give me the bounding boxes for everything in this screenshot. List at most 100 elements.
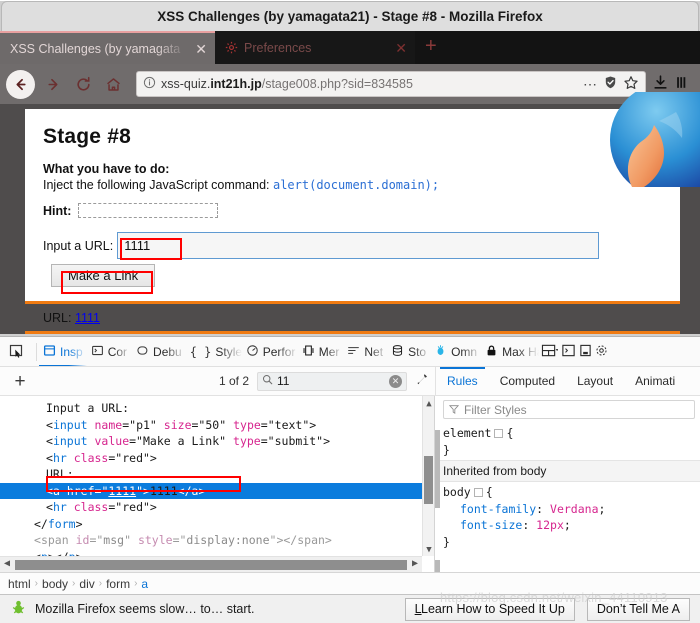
learn-how-to-speed-it-up-button[interactable]: L Learn How to Speed It Up: [404, 597, 575, 621]
styles-tab-animations[interactable]: Animati: [624, 367, 686, 396]
markup-line[interactable]: <input value="Make a Link" type="submit"…: [0, 433, 434, 450]
scroll-right-icon[interactable]: ▶: [408, 556, 422, 572]
breadcrumb-item-a[interactable]: a: [141, 577, 148, 591]
rules-scrollbar-secondary[interactable]: [435, 560, 440, 572]
devtools-panel: Insp Cor Debu { } Style Perfor Mer Net S…: [0, 336, 700, 594]
devtools-tab-storage[interactable]: Sto: [387, 337, 430, 366]
rule-declaration[interactable]: font-size: 12px;: [443, 517, 692, 534]
markup-attr-name: type: [233, 434, 261, 448]
markup-attr-name: id: [75, 533, 90, 547]
markup-line[interactable]: <span id="msg" style="display:none"></sp…: [0, 532, 434, 549]
settings-icon[interactable]: [595, 343, 608, 361]
markup-attr-name: size: [163, 417, 192, 432]
markup-line-selected[interactable]: <a href="1111">1111</a>: [0, 482, 434, 499]
box-model-icon: [473, 488, 483, 497]
scroll-down-icon[interactable]: ▼: [423, 542, 434, 556]
devtools-tab-label: Omn: [451, 344, 478, 359]
markup-attr-value[interactable]: 1111: [108, 484, 136, 498]
dock-bottom-icon[interactable]: [579, 343, 592, 361]
todo-heading: What you have to do:: [43, 162, 170, 176]
markup-line[interactable]: URL:: [0, 466, 434, 483]
page-info-icon[interactable]: [143, 76, 156, 92]
breadcrumb-item-html[interactable]: html: [8, 577, 31, 591]
markup-horizontal-scrollbar[interactable]: ◀ ▶: [0, 556, 422, 572]
breadcrumb-item-div[interactable]: div: [79, 577, 94, 591]
browser-tab-xss-challenges[interactable]: XSS Challenges (by yamagata ✕: [0, 31, 215, 64]
markup-attr-name: name: [94, 417, 123, 432]
home-icon[interactable]: [98, 69, 128, 99]
window-titlebar: XSS Challenges (by yamagata21) - Stage #…: [1, 1, 699, 31]
close-icon[interactable]: ✕: [395, 41, 407, 55]
library-icon[interactable]: [675, 74, 692, 94]
rule-brace-close: }: [443, 534, 450, 549]
add-new-node-button[interactable]: +: [0, 372, 40, 391]
clear-search-icon[interactable]: ✕: [389, 374, 402, 388]
download-icon[interactable]: [652, 74, 669, 94]
reload-icon[interactable]: [68, 69, 98, 99]
scrollbar-thumb[interactable]: [15, 559, 407, 570]
firefox-slow-icon: [10, 599, 27, 619]
close-icon[interactable]: ✕: [195, 42, 207, 56]
layout-toggle-icon[interactable]: [541, 343, 559, 361]
scroll-left-icon[interactable]: ◀: [0, 556, 14, 572]
markup-line[interactable]: Input a URL:: [0, 400, 434, 417]
breadcrumb-item-body[interactable]: body: [42, 577, 68, 591]
devtools-tab-inspector[interactable]: Insp: [39, 337, 87, 366]
todo-instruction: Inject the following JavaScript command:: [43, 178, 273, 192]
url-input[interactable]: [117, 232, 600, 259]
styles-tab-rules[interactable]: Rules: [436, 366, 489, 396]
breadcrumb: html › body › div › form › a: [0, 572, 700, 594]
dock-side-icon[interactable]: [561, 343, 576, 361]
search-input-value: 11: [277, 374, 290, 388]
breadcrumb-item-form[interactable]: form: [106, 577, 130, 591]
devtools-tab-label: Insp: [60, 344, 83, 359]
network-icon: [347, 344, 360, 360]
rule-declaration[interactable]: font-family: Verdana;: [443, 501, 692, 518]
page-actions-icon[interactable]: ⋯: [583, 77, 598, 91]
element-picker-icon[interactable]: [0, 344, 34, 360]
devtools-tab-memory[interactable]: Mer: [298, 337, 344, 366]
markup-attr-value: red: [122, 450, 143, 465]
forward-icon[interactable]: [38, 69, 68, 99]
hint-box: [78, 203, 219, 218]
devtools-tab-max-har[interactable]: Max Ha: [481, 337, 539, 366]
back-icon[interactable]: [6, 69, 35, 99]
devtools-tab-omnibug[interactable]: Omn: [430, 337, 481, 366]
rule-block-element[interactable]: element { }: [435, 423, 700, 460]
markup-line[interactable]: <hr class="red">: [0, 499, 434, 516]
devtools-tab-debugger[interactable]: Debu: [131, 337, 186, 366]
devtools-tab-network[interactable]: Net: [343, 337, 387, 366]
chevron-right-icon: ›: [134, 578, 138, 589]
markup-view[interactable]: Input a URL: <input name="p1" size="50" …: [0, 396, 435, 572]
dont-tell-me-again-button[interactable]: Don’t Tell Me A: [586, 597, 690, 621]
rule-block-body[interactable]: body { font-family: Verdana; font-size: 1…: [435, 482, 700, 552]
search-input[interactable]: 11 ✕: [257, 371, 407, 391]
filter-styles-input[interactable]: Filter Styles: [443, 400, 695, 419]
markup-vertical-scrollbar[interactable]: ▲ ▼: [422, 396, 434, 556]
rule-property: font-size: [460, 518, 523, 532]
markup-line[interactable]: </form>: [0, 516, 434, 533]
devtools-tab-console[interactable]: Cor: [87, 337, 131, 366]
shield-icon[interactable]: [603, 75, 618, 93]
scroll-up-icon[interactable]: ▲: [423, 396, 434, 410]
markup-line[interactable]: <hr class="red">: [0, 450, 434, 467]
markup-line[interactable]: <input name="p1" size="50" type="text">: [0, 417, 434, 434]
console-icon: [91, 344, 104, 360]
devtools-tab-style-editor[interactable]: { } Style: [186, 337, 242, 366]
styles-tab-computed[interactable]: Computed: [489, 367, 566, 396]
make-a-link-button[interactable]: Make a Link: [51, 264, 156, 287]
bookmark-star-icon[interactable]: [623, 75, 639, 94]
devtools-tab-performance[interactable]: Perfor: [242, 337, 298, 366]
browser-tab-preferences[interactable]: Preferences ✕: [215, 31, 415, 64]
rule-value[interactable]: 12px: [536, 518, 564, 532]
eyedropper-icon[interactable]: [407, 372, 435, 390]
scrollbar-thumb[interactable]: [424, 456, 433, 504]
rule-value[interactable]: Verdana: [550, 502, 598, 516]
url-result-link[interactable]: 1111: [75, 311, 100, 325]
new-tab-button[interactable]: +: [415, 36, 445, 60]
devtools-tab-label: Debu: [153, 344, 182, 359]
styles-tab-layout[interactable]: Layout: [566, 367, 624, 396]
gear-icon: [225, 41, 238, 54]
address-bar[interactable]: xss-quiz.int21h.jp/stage008.php?sid=8345…: [136, 71, 646, 97]
rules-scrollbar[interactable]: [435, 430, 440, 508]
